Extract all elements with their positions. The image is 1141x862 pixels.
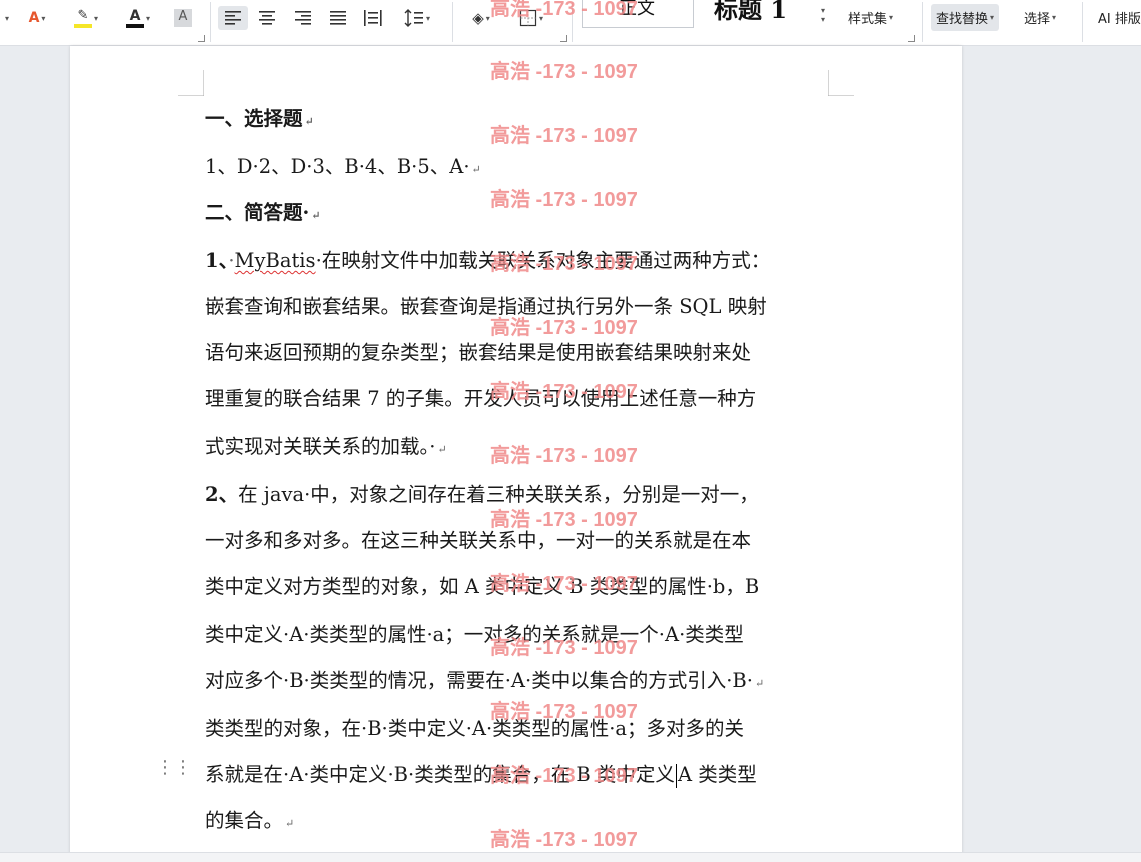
divider bbox=[922, 2, 923, 42]
align-center-icon bbox=[259, 11, 275, 25]
answer1-number: 1、 bbox=[205, 249, 229, 272]
style-normal-label: 正文 bbox=[619, 0, 655, 19]
heading-short-answer-text: 二、简答题· bbox=[205, 201, 310, 224]
answer1-line5: 式实现对关联关系的加载。· ↵ bbox=[205, 433, 447, 461]
font-color-button[interactable]: A ▾ bbox=[120, 6, 156, 30]
answer1-line5-text: 式实现对关联关系的加载。· bbox=[205, 435, 436, 458]
line-spacing-icon bbox=[404, 9, 423, 27]
answer1-line1: 1、·MyBatis·在映射文件中加载关联关系对象主要通过两种方式： bbox=[205, 249, 771, 272]
answers-line: 1、D·2、D·3、B·4、B·5、A· ↵ bbox=[205, 153, 481, 181]
align-left-button[interactable] bbox=[218, 6, 248, 30]
divider bbox=[210, 2, 211, 42]
distributed-align-button[interactable] bbox=[360, 6, 386, 30]
line-spacing-button[interactable]: ▾ bbox=[398, 6, 436, 30]
answer2-line8: 的集合。 ↵ bbox=[205, 807, 294, 835]
status-bar bbox=[0, 852, 1141, 862]
border-icon bbox=[519, 9, 537, 27]
answer2-line6-text: 类类型的对象，在·B·类中定义·A·类类型的属性·a；多对多的关 bbox=[205, 717, 745, 740]
answer1-line4: 理重复的联合结果 7 的子集。开发人员可以使用上述任意一种方 bbox=[205, 385, 756, 413]
chevron-down-icon[interactable]: ▾ bbox=[0, 6, 12, 30]
font-color-icon: A bbox=[125, 8, 144, 28]
justify-button[interactable] bbox=[325, 6, 351, 30]
answer1-line3-text: 语句来返回预期的复杂类型；嵌套结果是使用嵌套结果映射来处 bbox=[205, 341, 752, 364]
align-center-button[interactable] bbox=[254, 6, 280, 30]
answer2-line1: 2、在 java·中，对象之间存在着三种关联关系，分别是一对一， bbox=[205, 481, 759, 509]
chevron-down-icon: ▾ bbox=[820, 15, 825, 24]
ribbon-toolbar: ▾ A ▾ ✎ ▾ A ▾ A ▾ ◈ ▾ ▾ 正文 标题 1 ▾ ▾ 样式集 … bbox=[0, 0, 1141, 46]
highlight-button[interactable]: ✎ ▾ bbox=[70, 6, 102, 30]
align-right-icon bbox=[295, 11, 311, 25]
style-gallery-scroll[interactable]: ▾ ▾ bbox=[816, 0, 830, 30]
answer2-line8-text: 的集合。 bbox=[205, 809, 284, 832]
style-set-button[interactable]: 样式集 ▾ bbox=[848, 8, 893, 27]
answer1-line3: 语句来返回预期的复杂类型；嵌套结果是使用嵌套结果映射来处 bbox=[205, 339, 751, 367]
answer2-line3: 类中定义对方类型的对象，如 A 类中定义 B 类类型的属性·b，B bbox=[205, 573, 759, 601]
paragraph-mark-icon: ↵ bbox=[285, 817, 295, 830]
ai-layout-button[interactable]: AI 排版 bbox=[1098, 8, 1141, 27]
styles-group-launcher[interactable] bbox=[908, 35, 915, 42]
paragraph-group-launcher[interactable] bbox=[560, 35, 567, 42]
font-group-launcher[interactable] bbox=[198, 35, 205, 42]
answer2-number: 2、 bbox=[205, 483, 239, 506]
answer1-line2: 嵌套查询和嵌套结果。嵌套查询是指通过执行另外一条 SQL 映射 bbox=[205, 293, 767, 321]
answer2-line3-text: 类中定义对方类型的对象，如 A 类中定义 B 类类型的属性·b，B bbox=[205, 575, 760, 598]
ai-layout-label: AI 排版 bbox=[1098, 12, 1141, 27]
style-normal[interactable]: 正文 bbox=[582, 0, 694, 28]
mybatis-term: MyBatis bbox=[234, 249, 316, 272]
paragraph-mark-icon: ↵ bbox=[311, 209, 321, 222]
heading-short-answer: 二、简答题· ↵ bbox=[205, 199, 321, 227]
answer2-line2: 一对多和多对多。在这三种关联关系中，一对一的关系就是在本 bbox=[205, 527, 751, 555]
justify-icon bbox=[330, 11, 346, 25]
answer2-line5: 对应多个·B·类类型的情况，需要在·A·类中以集合的方式引入·B· ↵ bbox=[205, 667, 764, 695]
answer2-line6: 类类型的对象，在·B·类中定义·A·类类型的属性·a；多对多的关 bbox=[205, 715, 744, 743]
drag-handle-icon[interactable]: ⋮⋮ bbox=[156, 759, 192, 777]
select-label: 选择 bbox=[1024, 12, 1051, 27]
answers-text: 1、D·2、D·3、B·4、B·5、A· bbox=[205, 155, 470, 178]
answer2-line1-text: 在 java·中，对象之间存在着三种关联关系，分别是一对一， bbox=[238, 483, 759, 506]
chevron-up-icon: ▾ bbox=[820, 6, 825, 15]
style-heading1-label: 标题 1 bbox=[714, 0, 788, 24]
answer1-line2-text: 嵌套查询和嵌套结果。嵌套查询是指通过执行另外一条 SQL 映射 bbox=[205, 295, 767, 318]
select-button[interactable]: 选择 ▾ bbox=[1024, 8, 1056, 27]
answer2-line7: 系就是在·A·类中定义·B·类类型的集合，在 B 类中定义 A 类类型 bbox=[205, 761, 757, 789]
shading-button[interactable]: ◈ ▾ bbox=[464, 6, 498, 30]
style-set-label: 样式集 bbox=[848, 12, 888, 27]
borders-button[interactable]: ▾ bbox=[514, 6, 548, 30]
char-shading-button[interactable]: A bbox=[172, 6, 194, 30]
paragraph-mark-icon: ↵ bbox=[754, 677, 765, 690]
answer2-line7-text: 系就是在·A·类中定义·B·类类型的集合，在 B 类中定义 bbox=[205, 763, 675, 786]
text-effect-button[interactable]: A ▾ bbox=[22, 6, 52, 30]
paragraph-mark-icon: ↵ bbox=[304, 115, 314, 128]
answer1-line4-text: 理重复的联合结果 7 的子集。开发人员可以使用上述任意一种方 bbox=[205, 387, 757, 410]
text-effect-icon: A bbox=[28, 10, 40, 26]
crop-mark-top-left bbox=[178, 70, 204, 96]
text-cursor bbox=[675, 763, 677, 788]
answer2-line2-text: 一对多和多对多。在这三种关联关系中，一对一的关系就是在本 bbox=[205, 529, 752, 552]
divider bbox=[452, 2, 453, 42]
highlighter-icon: ✎ bbox=[73, 8, 92, 28]
divider bbox=[572, 2, 573, 42]
distributed-align-icon bbox=[364, 10, 382, 26]
find-replace-button[interactable]: 查找替换 ▾ bbox=[931, 4, 1000, 31]
heading-choice: 一、选择题 ↵ bbox=[205, 105, 314, 133]
align-left-icon bbox=[225, 11, 241, 25]
paragraph-mark-icon: ↵ bbox=[471, 163, 481, 176]
answer1-line1-text: ·在映射文件中加载关联关系对象主要通过两种方式： bbox=[315, 249, 771, 272]
heading-choice-text: 一、选择题 bbox=[205, 107, 303, 130]
divider bbox=[1082, 2, 1083, 42]
paint-bucket-icon: ◈ bbox=[472, 9, 484, 27]
answer2-line5-text: 对应多个·B·类类型的情况，需要在·A·类中以集合的方式引入·B· bbox=[205, 669, 753, 692]
answer2-line4-text: 类中定义·A·类类型的属性·a；一对多的关系就是一个·A·类类型 bbox=[205, 623, 744, 646]
paragraph-mark-icon: ↵ bbox=[437, 443, 447, 456]
char-shading-icon: A bbox=[174, 9, 192, 27]
answer2-line7-tail: A 类类型 bbox=[677, 763, 757, 786]
style-heading1[interactable]: 标题 1 bbox=[700, 0, 812, 28]
align-right-button[interactable] bbox=[290, 6, 316, 30]
answer2-line4: 类中定义·A·类类型的属性·a；一对多的关系就是一个·A·类类型 bbox=[205, 621, 744, 649]
find-replace-label: 查找替换 bbox=[936, 12, 989, 27]
crop-mark-top-right bbox=[828, 70, 854, 96]
